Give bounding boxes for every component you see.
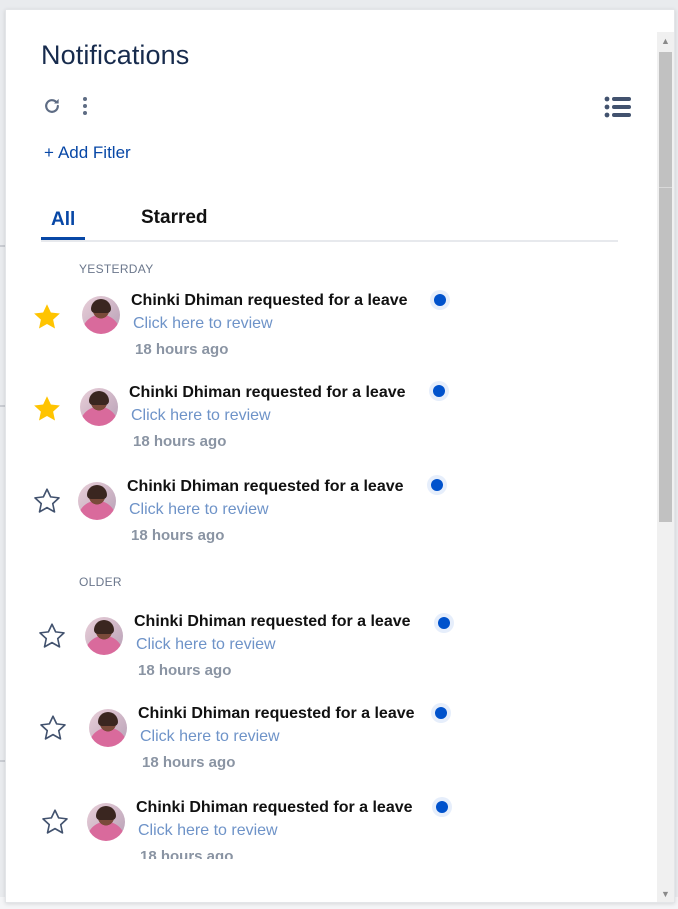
notification-time: 18 hours ago (133, 433, 227, 450)
notification-title[interactable]: Chinki Dhiman requested for a leave (127, 478, 404, 496)
notification-time: 18 hours ago (140, 848, 234, 859)
unread-indicator[interactable] (431, 479, 443, 491)
notification-item[interactable]: Chinki Dhiman requested for a leave Clic… (6, 380, 646, 460)
list-view-icon[interactable] (603, 94, 633, 120)
unread-indicator[interactable] (438, 617, 450, 629)
star-outline-icon[interactable] (32, 486, 62, 516)
notification-title[interactable]: Chinki Dhiman requested for a leave (138, 705, 415, 723)
avatar (82, 296, 120, 334)
notification-item[interactable]: Chinki Dhiman requested for a leave Clic… (6, 288, 646, 368)
scroll-up-arrow-icon[interactable]: ▲ (657, 32, 674, 49)
unread-indicator[interactable] (433, 385, 445, 397)
refresh-icon[interactable] (40, 94, 64, 118)
add-filter-label: Add Fitler (57, 143, 131, 162)
add-filter-button[interactable]: + Add Fitler (44, 143, 131, 163)
review-link[interactable]: Click here to review (133, 315, 273, 333)
avatar (80, 388, 118, 426)
notifications-panel: Notifications + Add Fitler All Starred Y… (5, 9, 675, 903)
group-label-yesterday: YESTERDAY (79, 262, 154, 276)
notification-title[interactable]: Chinki Dhiman requested for a leave (131, 292, 408, 310)
unread-indicator[interactable] (435, 707, 447, 719)
notification-title[interactable]: Chinki Dhiman requested for a leave (136, 799, 413, 817)
review-link[interactable]: Click here to review (136, 636, 276, 654)
notification-tabs: All Starred (41, 200, 618, 242)
scrollbar[interactable]: ▲ ▼ (657, 32, 674, 902)
tab-starred[interactable]: Starred (131, 200, 218, 235)
notification-title[interactable]: Chinki Dhiman requested for a leave (134, 613, 411, 631)
notification-item[interactable]: Chinki Dhiman requested for a leave Clic… (6, 795, 646, 859)
scrollbar-thumb-divider (659, 187, 672, 188)
scrollbar-thumb[interactable] (659, 52, 672, 522)
review-link[interactable]: Click here to review (138, 822, 278, 840)
group-label-older: OLDER (79, 575, 122, 589)
star-outline-icon[interactable] (40, 807, 70, 837)
notification-time: 18 hours ago (131, 527, 225, 544)
add-filter-plus: + (44, 143, 54, 162)
notification-item[interactable]: Chinki Dhiman requested for a leave Clic… (6, 609, 646, 689)
tab-all[interactable]: All (41, 200, 86, 240)
star-filled-icon[interactable] (32, 302, 62, 332)
star-outline-icon[interactable] (38, 713, 68, 743)
notification-item[interactable]: Chinki Dhiman requested for a leave Clic… (6, 474, 646, 554)
unread-indicator[interactable] (434, 294, 446, 306)
avatar (89, 709, 127, 747)
panel-title: Notifications (41, 40, 190, 70)
review-link[interactable]: Click here to review (140, 728, 280, 746)
scroll-down-arrow-icon[interactable]: ▼ (657, 885, 674, 902)
notification-time: 18 hours ago (138, 662, 232, 679)
notification-item[interactable]: Chinki Dhiman requested for a leave Clic… (6, 701, 646, 781)
notification-time: 18 hours ago (135, 341, 229, 358)
star-filled-icon[interactable] (32, 394, 62, 424)
more-vertical-icon[interactable] (76, 94, 94, 118)
notification-title[interactable]: Chinki Dhiman requested for a leave (129, 384, 406, 402)
avatar (78, 482, 116, 520)
avatar (87, 803, 125, 841)
star-outline-icon[interactable] (37, 621, 67, 651)
review-link[interactable]: Click here to review (131, 407, 271, 425)
unread-indicator[interactable] (436, 801, 448, 813)
notification-time: 18 hours ago (142, 754, 236, 771)
avatar (85, 617, 123, 655)
review-link[interactable]: Click here to review (129, 501, 269, 519)
